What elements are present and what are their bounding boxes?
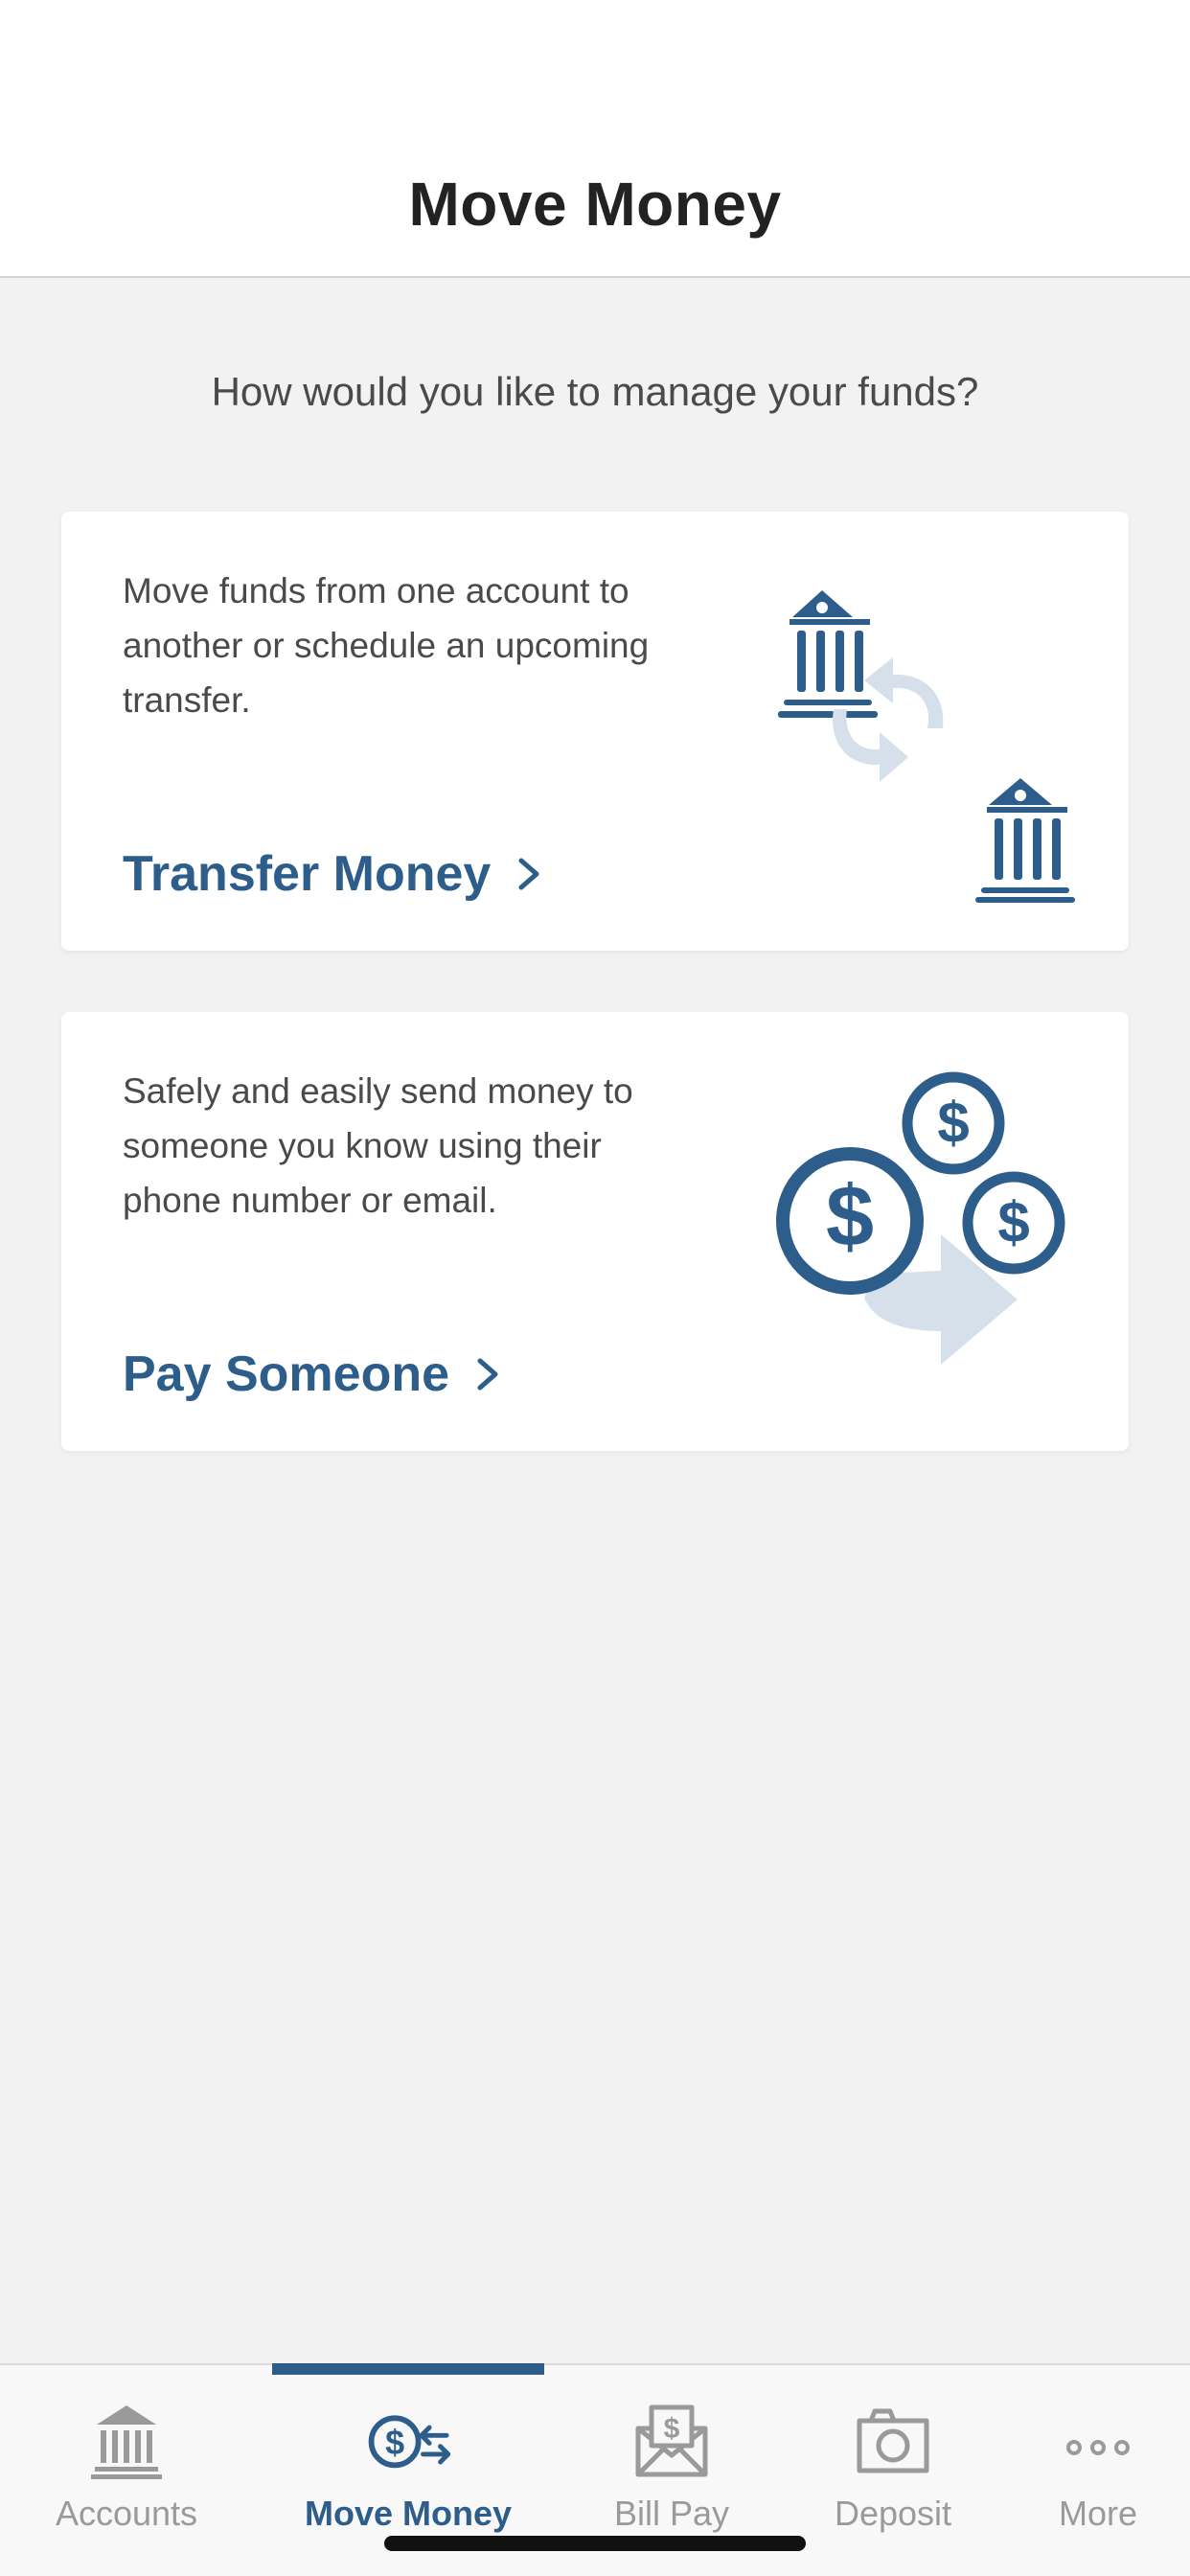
tab-label-accounts: Accounts (55, 2494, 198, 2533)
transfer-money-card[interactable]: Move funds from one account to another o… (61, 512, 1129, 951)
coins-send-icon: $ $ $ (721, 1058, 1075, 1403)
dollar-transfer-icon: $ (365, 2400, 451, 2482)
active-tab-indicator (272, 2363, 544, 2375)
tab-deposit[interactable]: Deposit (774, 2400, 1012, 2553)
svg-text:$: $ (385, 2423, 404, 2462)
svg-text:$: $ (937, 1091, 969, 1155)
tab-accounts[interactable]: Accounts (8, 2400, 245, 2553)
tab-bill-pay[interactable]: $ Bill Pay (553, 2400, 790, 2553)
envelope-dollar-icon: $ (629, 2400, 715, 2482)
svg-text:$: $ (826, 1169, 874, 1265)
bank-icon (83, 2400, 170, 2482)
pay-someone-link[interactable]: Pay Someone (123, 1346, 501, 1403)
header: Move Money (0, 0, 1190, 278)
svg-text:$: $ (997, 1190, 1029, 1254)
pay-description: Safely and easily send money to someone … (123, 1071, 633, 1220)
transfer-money-label: Transfer Money (123, 846, 492, 902)
svg-text:$: $ (664, 2413, 680, 2445)
pay-someone-card[interactable]: Safely and easily send money to someone … (61, 1012, 1129, 1451)
tab-label-deposit: Deposit (834, 2494, 952, 2533)
tab-label-move-money: Move Money (304, 2494, 513, 2533)
bank-transfer-icon (721, 558, 1075, 903)
page-title: Move Money (408, 170, 782, 239)
tab-more[interactable]: More (979, 2400, 1190, 2553)
tab-label-bill-pay: Bill Pay (613, 2494, 730, 2533)
prompt-text: How would you like to manage your funds? (211, 369, 979, 414)
transfer-description: Move funds from one account to another o… (123, 571, 650, 720)
pay-someone-label: Pay Someone (123, 1346, 450, 1402)
home-indicator (384, 2536, 806, 2551)
tab-label-more: More (1058, 2494, 1138, 2533)
chevron-right-icon (477, 1358, 498, 1391)
camera-icon (850, 2400, 936, 2482)
tab-move-money[interactable]: $ Move Money (289, 2400, 527, 2553)
chevron-right-icon (518, 858, 539, 890)
more-dots-icon (1055, 2400, 1141, 2482)
transfer-money-link[interactable]: Transfer Money (123, 845, 542, 903)
